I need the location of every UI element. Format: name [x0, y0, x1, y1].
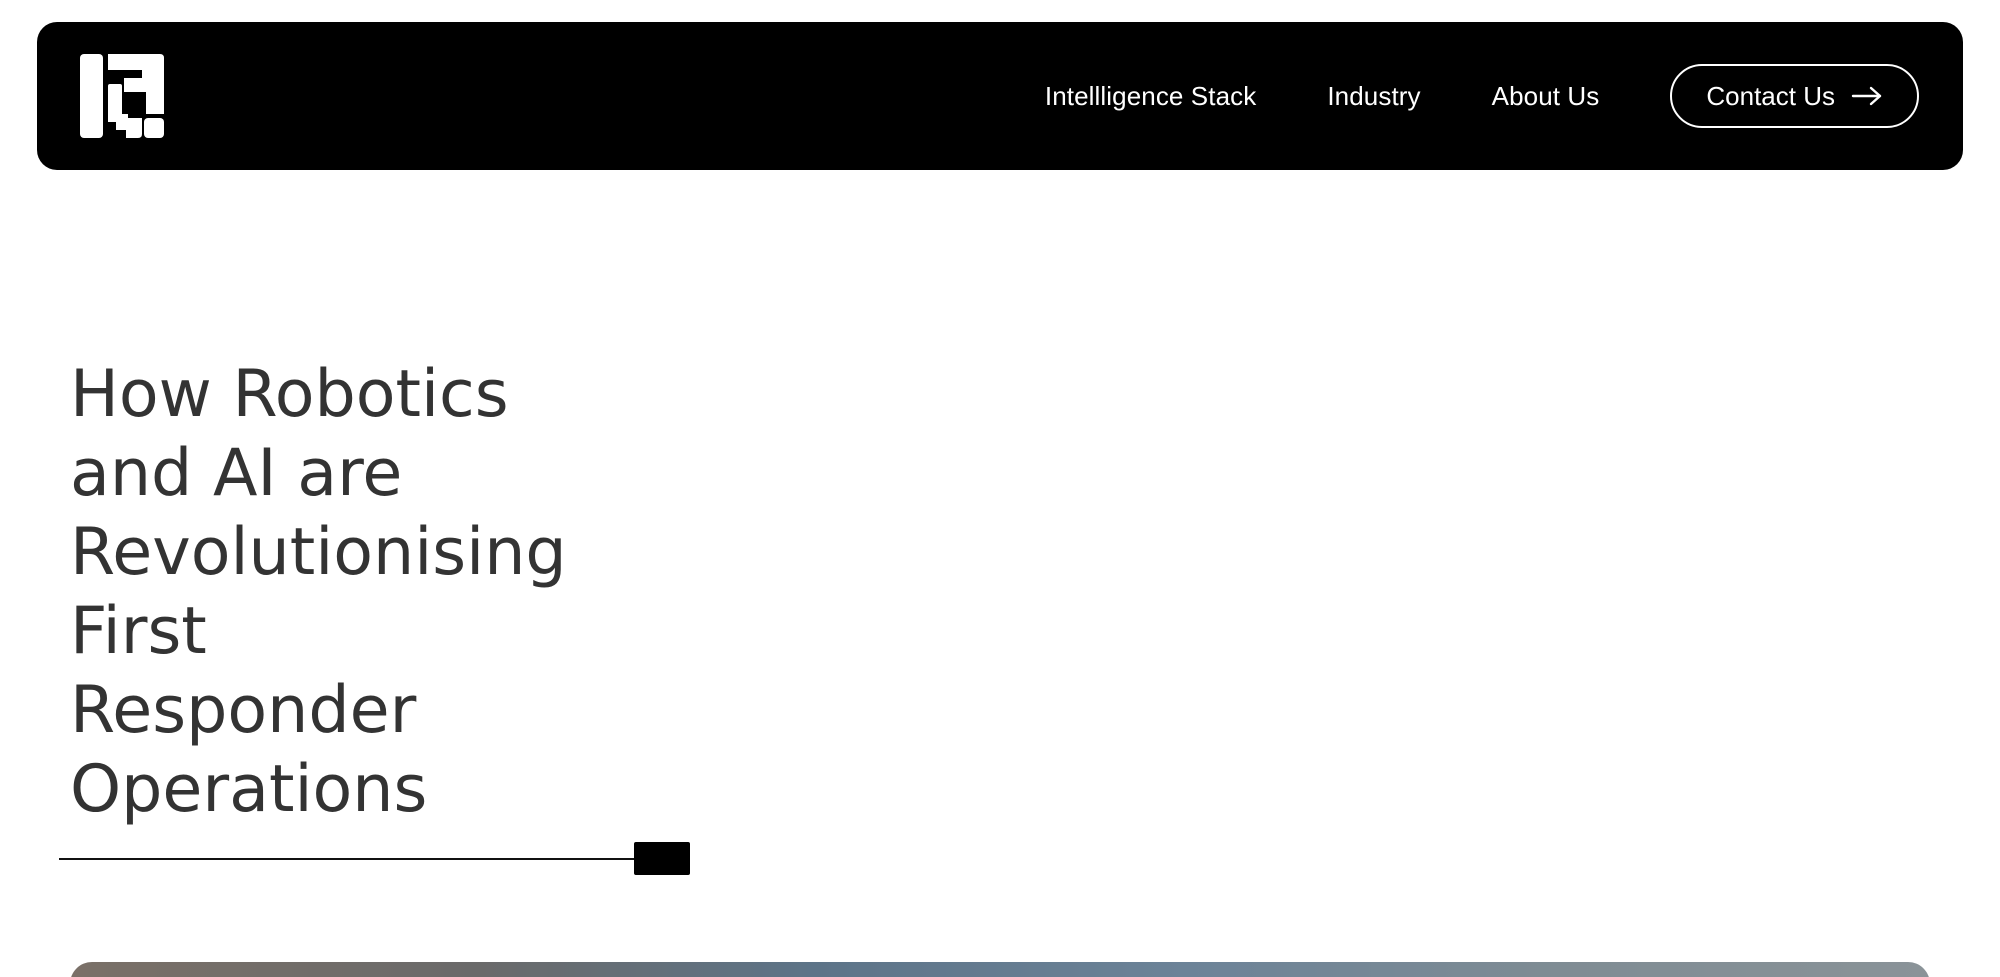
contact-us-button[interactable]: Contact Us	[1670, 64, 1919, 128]
brand-logo-icon[interactable]	[80, 54, 164, 138]
main-nav: Intellligence Stack Industry About Us Co…	[1045, 22, 1919, 170]
hero-title: How Robotics and AI are Revolutionising …	[70, 355, 630, 829]
hero-title-line: Responder	[70, 673, 417, 748]
navbar: Intellligence Stack Industry About Us Co…	[37, 22, 1963, 170]
hero-title-line: Revolutionising	[70, 515, 567, 590]
hero-title-line: Operations	[70, 752, 428, 827]
contact-us-label: Contact Us	[1706, 80, 1835, 111]
hero-image	[70, 962, 1930, 977]
hero-title-line: and AI are	[70, 436, 403, 511]
progress-track	[59, 858, 635, 860]
nav-link-intelligence-stack[interactable]: Intellligence Stack	[1045, 81, 1256, 112]
page: Intellligence Stack Industry About Us Co…	[0, 0, 2000, 977]
hero-title-line: First	[70, 594, 207, 669]
progress-handle[interactable]	[634, 842, 690, 875]
nav-link-industry[interactable]: Industry	[1327, 81, 1420, 112]
hero-title-line: How Robotics	[70, 357, 509, 432]
nav-link-about-us[interactable]: About Us	[1492, 81, 1600, 112]
arrow-right-icon	[1851, 86, 1882, 106]
